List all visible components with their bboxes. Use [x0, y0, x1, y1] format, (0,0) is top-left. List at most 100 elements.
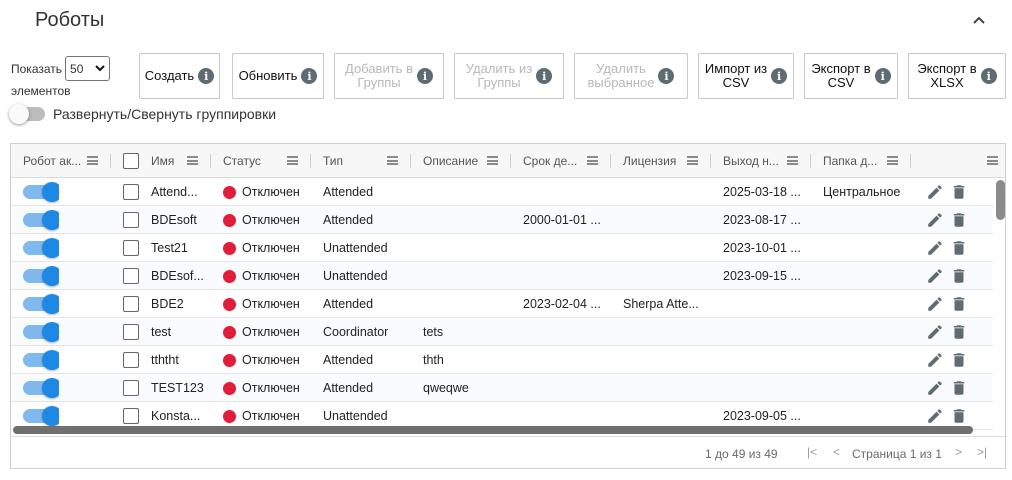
active-cell	[23, 262, 59, 290]
active-toggle[interactable]	[23, 294, 59, 314]
column-header-active[interactable]: Робот ак...	[11, 144, 111, 178]
active-toggle[interactable]	[23, 238, 59, 258]
row-status: Отключен	[242, 185, 300, 199]
row-checkbox[interactable]	[123, 212, 139, 228]
actions-cell	[926, 346, 968, 374]
active-toggle[interactable]	[23, 266, 59, 286]
table-row[interactable]: BDE2 Отключен Attended 2023-02-04 ... Sherpa…	[11, 290, 993, 318]
collapse-panel-button[interactable]	[969, 10, 989, 30]
edit-icon[interactable]	[926, 183, 944, 201]
table-row[interactable]: tththt Отключен Attended thth	[11, 346, 993, 374]
actions-cell	[926, 262, 968, 290]
edit-icon[interactable]	[926, 379, 944, 397]
row-checkbox[interactable]	[123, 296, 139, 312]
row-status: Отключен	[242, 297, 300, 311]
export-csv-label: Экспорт в CSV	[811, 61, 871, 90]
row-checkbox[interactable]	[123, 408, 139, 424]
create-button[interactable]: Создать i	[139, 53, 220, 99]
delete-icon[interactable]	[950, 211, 968, 229]
table-row[interactable]: TEST123 Отключен Attended qweqwe	[11, 374, 993, 402]
table-row[interactable]: BDEsoft Отключен Attended 2000-01-01 ... 202…	[11, 206, 993, 234]
delete-selected-button[interactable]: Удалить выбранное i	[574, 53, 688, 99]
status-dot-icon	[223, 381, 236, 395]
row-status: Отключен	[242, 325, 300, 339]
last-page-icon[interactable]: >|	[977, 445, 987, 459]
next-page-icon[interactable]: >	[955, 445, 962, 459]
row-checkbox[interactable]	[123, 324, 139, 340]
status-dot-icon	[223, 185, 236, 199]
table-row[interactable]: test Отключен Coordinator tets	[11, 318, 993, 346]
horizontal-scrollbar[interactable]	[11, 425, 981, 435]
edit-icon[interactable]	[926, 211, 944, 229]
row-checkbox[interactable]	[123, 184, 139, 200]
column-menu-icon[interactable]	[187, 156, 198, 165]
delete-icon[interactable]	[950, 295, 968, 313]
row-checkbox[interactable]	[123, 240, 139, 256]
export-xlsx-button[interactable]: Экспорт в XLSX i	[908, 53, 1006, 99]
column-header-type[interactable]: Тип	[311, 144, 411, 178]
column-header-expiry[interactable]: Срок де...	[511, 144, 611, 178]
row-license: Sherpa Atte...	[623, 297, 699, 311]
export-csv-button[interactable]: Экспорт в CSV i	[804, 53, 898, 99]
column-header-status[interactable]: Статус	[211, 144, 311, 178]
column-header-name[interactable]: Имя	[111, 144, 211, 178]
active-toggle[interactable]	[23, 350, 59, 370]
vertical-scrollbar[interactable]	[995, 178, 1005, 433]
edit-icon[interactable]	[926, 323, 944, 341]
column-header-last-logout[interactable]: Выход н...	[711, 144, 811, 178]
delete-icon[interactable]	[950, 407, 968, 425]
add-to-groups-button[interactable]: Добавить в Группы i	[334, 53, 444, 99]
column-menu-icon[interactable]	[87, 156, 98, 165]
active-toggle[interactable]	[23, 182, 59, 202]
row-checkbox[interactable]	[123, 380, 139, 396]
column-header-description[interactable]: Описание	[411, 144, 511, 178]
first-page-icon[interactable]: |<	[807, 445, 817, 459]
import-csv-button[interactable]: Импорт из CSV i	[698, 53, 794, 99]
active-toggle[interactable]	[23, 406, 59, 426]
status-dot-icon	[223, 325, 236, 339]
edit-icon[interactable]	[926, 295, 944, 313]
edit-icon[interactable]	[926, 267, 944, 285]
active-toggle[interactable]	[23, 378, 59, 398]
column-menu-icon[interactable]	[487, 156, 498, 165]
table-row[interactable]: Test21 Отключен Unattended 2023-10-01 ...	[11, 234, 993, 262]
column-menu-icon[interactable]	[387, 156, 398, 165]
show-label: Показать	[11, 61, 63, 76]
table-row[interactable]: BDEsof... Отключен Unattended 2023-09-15 ..…	[11, 262, 993, 290]
page-size-select[interactable]: 50	[65, 56, 111, 81]
edit-icon[interactable]	[926, 351, 944, 369]
grouping-toggle[interactable]	[9, 104, 45, 124]
row-name: Attend...	[151, 185, 198, 199]
refresh-button[interactable]: Обновить i	[232, 53, 324, 99]
active-toggle[interactable]	[23, 322, 59, 342]
active-cell	[23, 206, 59, 234]
table-row[interactable]: Attend... Отключен Attended 2025-03-18 ... Ц…	[11, 178, 993, 206]
actions-cell	[926, 318, 968, 346]
column-header-license[interactable]: Лицензия	[611, 144, 711, 178]
row-status: Отключен	[242, 269, 300, 283]
column-header-folder[interactable]: Папка д...	[811, 144, 911, 178]
delete-icon[interactable]	[950, 183, 968, 201]
select-all-checkbox[interactable]	[123, 153, 139, 169]
delete-icon[interactable]	[950, 379, 968, 397]
edit-icon[interactable]	[926, 239, 944, 257]
status-dot-icon	[223, 297, 236, 311]
column-menu-icon[interactable]	[687, 156, 698, 165]
column-menu-icon[interactable]	[587, 156, 598, 165]
prev-page-icon[interactable]: <	[833, 445, 840, 459]
row-checkbox[interactable]	[123, 352, 139, 368]
column-menu-icon[interactable]	[787, 156, 798, 165]
remove-from-groups-button[interactable]: Удалить из Группы i	[454, 53, 564, 99]
row-status: Отключен	[242, 353, 300, 367]
column-menu-icon[interactable]	[987, 156, 998, 165]
delete-icon[interactable]	[950, 323, 968, 341]
edit-icon[interactable]	[926, 407, 944, 425]
delete-icon[interactable]	[950, 239, 968, 257]
row-checkbox[interactable]	[123, 268, 139, 284]
row-name: BDE2	[151, 297, 184, 311]
column-menu-icon[interactable]	[287, 156, 298, 165]
delete-icon[interactable]	[950, 351, 968, 369]
active-toggle[interactable]	[23, 210, 59, 230]
delete-icon[interactable]	[950, 267, 968, 285]
column-menu-icon[interactable]	[887, 156, 898, 165]
